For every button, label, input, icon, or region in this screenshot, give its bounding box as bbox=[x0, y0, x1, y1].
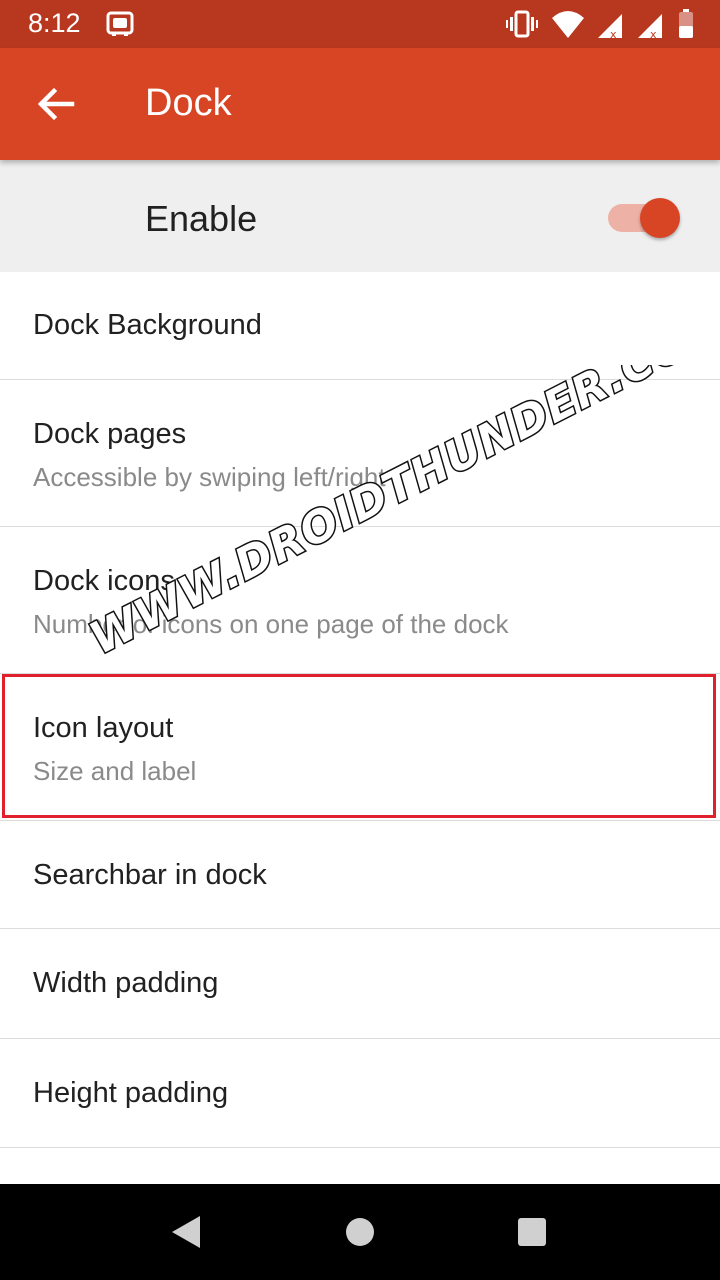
list-item-height-padding[interactable]: Height padding bbox=[0, 1039, 720, 1148]
page-title: Dock bbox=[145, 82, 232, 124]
svg-text:x: x bbox=[650, 28, 657, 38]
status-bar: 8:12 x x bbox=[0, 0, 720, 48]
nav-back-icon[interactable] bbox=[170, 1214, 204, 1255]
item-subtitle: Accessible by swiping left/right bbox=[33, 462, 386, 492]
item-title: Dock Background bbox=[33, 309, 262, 341]
navigation-bar bbox=[0, 1184, 720, 1280]
item-subtitle: Number of icons on one page of the dock bbox=[33, 609, 509, 639]
arrow-back-icon[interactable] bbox=[34, 82, 78, 126]
enable-row[interactable]: Enable bbox=[0, 160, 720, 272]
status-icons: x x bbox=[506, 9, 694, 44]
signal-icon-2: x bbox=[638, 10, 664, 43]
list-item-searchbar[interactable]: Searchbar in dock bbox=[0, 821, 720, 929]
list-item-dock-background[interactable]: Dock Background bbox=[0, 272, 720, 380]
signal-icon: x bbox=[598, 10, 624, 43]
enable-label: Enable bbox=[145, 198, 258, 239]
item-title: Height padding bbox=[33, 1077, 229, 1109]
item-title: Dock pages bbox=[33, 418, 187, 450]
nav-recents-icon[interactable] bbox=[517, 1217, 547, 1252]
list-item-dock-icons[interactable]: Dock icons Number of icons on one page o… bbox=[0, 527, 720, 674]
app-bar: Dock bbox=[0, 48, 720, 160]
item-title: Searchbar in dock bbox=[33, 859, 267, 891]
highlight-box bbox=[2, 674, 716, 818]
status-time: 8:12 bbox=[28, 8, 81, 38]
nav-home-icon[interactable] bbox=[345, 1217, 375, 1252]
enable-toggle[interactable] bbox=[608, 196, 680, 238]
list-item-width-padding[interactable]: Width padding bbox=[0, 929, 720, 1039]
svg-text:x: x bbox=[610, 28, 617, 38]
list-item-dock-pages[interactable]: Dock pages Accessible by swiping left/ri… bbox=[0, 380, 720, 527]
toggle-thumb bbox=[640, 198, 680, 238]
item-title: Width padding bbox=[33, 967, 219, 999]
screen-record-icon bbox=[106, 11, 134, 42]
battery-icon bbox=[678, 9, 694, 44]
vibrate-icon bbox=[506, 9, 538, 44]
wifi-icon bbox=[552, 10, 584, 43]
item-title: Dock icons bbox=[33, 565, 175, 597]
